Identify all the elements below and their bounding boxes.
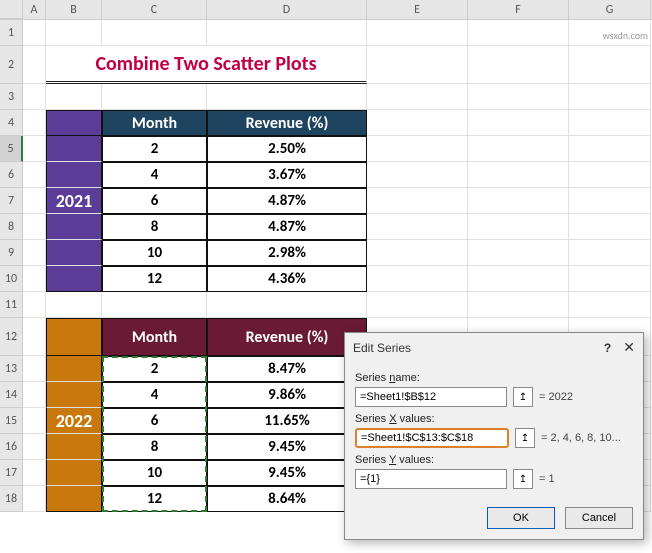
table1-month: 10: [102, 240, 207, 266]
dialog-close-button[interactable]: ✕: [623, 339, 635, 356]
table1-month: 2: [102, 136, 207, 162]
series-x-label: Series X values:: [355, 413, 633, 425]
row-header-13[interactable]: 13: [0, 356, 23, 382]
collapse-dialog-icon[interactable]: ↥: [515, 428, 535, 448]
select-all-corner[interactable]: [0, 0, 23, 19]
page-title: Combine Two Scatter Plots: [46, 46, 367, 84]
table1-rev: 4.87%: [207, 214, 367, 240]
collapse-dialog-icon[interactable]: ↥: [513, 387, 533, 407]
row-header-3[interactable]: 3: [0, 84, 23, 110]
dialog-titlebar[interactable]: Edit Series ? ✕: [345, 333, 643, 360]
col-header-A[interactable]: A: [23, 0, 46, 19]
row-header-11[interactable]: 11: [0, 292, 23, 318]
table1-month: 12: [102, 266, 207, 292]
col-header-F[interactable]: F: [468, 0, 569, 19]
table2-month: 8: [102, 434, 207, 460]
table2-month: 12: [102, 486, 207, 512]
cancel-button[interactable]: Cancel: [565, 507, 633, 529]
collapse-dialog-icon[interactable]: ↥: [513, 469, 533, 489]
table1-month: 4: [102, 162, 207, 188]
table1-rev: 2.98%: [207, 240, 367, 266]
series-name-input[interactable]: [355, 387, 507, 407]
table1-header-revenue: Revenue (%): [207, 110, 367, 136]
series-x-input[interactable]: [355, 428, 509, 448]
row-header-6[interactable]: 6: [0, 162, 23, 188]
row-header-column: 1 2 3 4 5 6 7 8 9 10 11 12 13 14 15 16 1…: [0, 20, 23, 512]
table1-rev: 3.67%: [207, 162, 367, 188]
row-header-5[interactable]: 5: [0, 136, 23, 162]
table1-header-month: Month: [102, 110, 207, 136]
table2-month: 4: [102, 382, 207, 408]
table1-year-label: 2021: [46, 188, 102, 214]
table2-rev: 9.45%: [207, 460, 367, 486]
watermark: wsxdn.com: [603, 29, 648, 42]
table1-rev: 2.50%: [207, 136, 367, 162]
row-header-15[interactable]: 15: [0, 408, 23, 434]
table1-rev: 4.36%: [207, 266, 367, 292]
row-header-2[interactable]: 2: [0, 46, 23, 84]
table1-rev: 4.87%: [207, 188, 367, 214]
series-name-result: = 2022: [539, 391, 573, 403]
row-header-18[interactable]: 18: [0, 486, 23, 512]
row-header-7[interactable]: 7: [0, 188, 23, 214]
col-header-C[interactable]: C: [102, 0, 207, 19]
col-header-G[interactable]: G: [569, 0, 651, 19]
table2-month: 2: [102, 356, 207, 382]
table2-year-label: 2022: [46, 408, 102, 434]
series-x-result: = 2, 4, 6, 8, 10...: [541, 432, 621, 444]
ok-button[interactable]: OK: [487, 507, 555, 529]
row-header-4[interactable]: 4: [0, 110, 23, 136]
series-y-result: = 1: [539, 473, 555, 485]
table2-month: 10: [102, 460, 207, 486]
table2-rev: 8.47%: [207, 356, 367, 382]
col-header-D[interactable]: D: [207, 0, 367, 19]
dialog-title-text: Edit Series: [353, 341, 411, 355]
table1-month: 8: [102, 214, 207, 240]
row-header-1[interactable]: 1: [0, 20, 23, 46]
edit-series-dialog: Edit Series ? ✕ Series name: ↥ = 2022 Se…: [344, 332, 644, 540]
row-header-12[interactable]: 12: [0, 318, 23, 356]
table2-header-month: Month: [102, 318, 207, 356]
row-header-10[interactable]: 10: [0, 266, 23, 292]
table2-month: 6: [102, 408, 207, 434]
dialog-help-button[interactable]: ?: [604, 341, 611, 355]
row-header-8[interactable]: 8: [0, 214, 23, 240]
table2-rev: 9.86%: [207, 382, 367, 408]
table2-rev: 8.64%: [207, 486, 367, 512]
table1-month: 6: [102, 188, 207, 214]
col-header-E[interactable]: E: [367, 0, 468, 19]
row-header-17[interactable]: 17: [0, 460, 23, 486]
column-header-row: A B C D E F G: [0, 0, 652, 20]
row-header-9[interactable]: 9: [0, 240, 23, 266]
table2-rev: 11.65%: [207, 408, 367, 434]
col-header-B[interactable]: B: [46, 0, 102, 19]
series-y-label: Series Y values:: [355, 454, 633, 466]
table2-header-revenue: Revenue (%): [207, 318, 367, 356]
row-header-16[interactable]: 16: [0, 434, 23, 460]
row-header-14[interactable]: 14: [0, 382, 23, 408]
series-name-label: Series name:: [355, 372, 633, 384]
table2-rev: 9.45%: [207, 434, 367, 460]
series-y-input[interactable]: [355, 469, 507, 489]
